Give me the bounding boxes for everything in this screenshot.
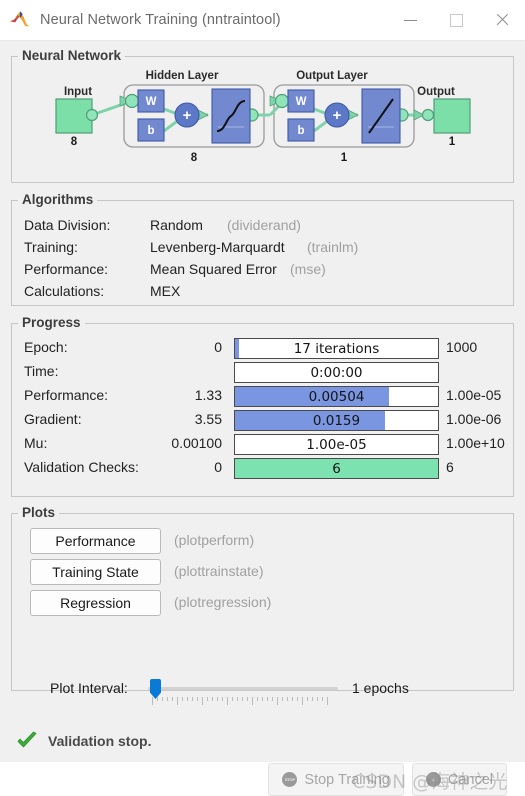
cancel-label: Cancel	[447, 771, 493, 788]
plot-interval-value: 1 epochs	[352, 680, 409, 696]
window-title: Neural Network Training (nntraintool)	[40, 12, 281, 28]
svg-text:8: 8	[71, 136, 78, 148]
validation-checks-progress-bar: 6	[234, 458, 439, 479]
mu-progress-bar: 1.00e-05	[234, 434, 439, 455]
plots-legend: Plots	[18, 505, 60, 520]
time-progress-text: 0:00:00	[310, 364, 363, 381]
gradient-progress-text: 0.0159	[312, 412, 361, 429]
status-message: Validation stop.	[48, 733, 152, 749]
time-label: Time:	[24, 363, 59, 379]
svg-text:8: 8	[191, 152, 198, 164]
plot-interval-slider-thumb[interactable]	[150, 679, 161, 699]
perf-max: 1.00e-05	[446, 387, 502, 403]
plots-group: Plots Performance (plotperform) Training…	[11, 505, 514, 691]
window-controls	[387, 0, 525, 40]
regression-plot-button[interactable]: Regression	[30, 590, 161, 616]
epoch-current: 0	[214, 339, 222, 355]
plot-interval-tick-marks	[152, 697, 328, 705]
training-state-plot-function: (plottrainstate)	[174, 563, 264, 579]
plot-row-training-state: Training State (plottrainstate)	[12, 559, 513, 585]
calculations-value: MEX	[150, 283, 181, 299]
validation-checks-progress-text: 6	[332, 460, 341, 477]
algorithms-legend: Algorithms	[18, 192, 98, 207]
neural-network-group: Neural Network Hidden Layer Output Layer…	[11, 48, 514, 183]
close-icon	[495, 13, 509, 27]
matlab-logo-icon	[9, 9, 31, 31]
mu-current: 0.00100	[171, 435, 222, 451]
svg-text:+: +	[183, 107, 192, 124]
minimize-icon	[403, 19, 417, 21]
plot-interval-slider[interactable]	[148, 678, 338, 708]
plot-interval-slider-track[interactable]	[148, 687, 338, 690]
progress-row-gradient: Gradient: 3.55 0.0159 1.00e-06	[12, 410, 513, 432]
data-division-label: Data Division:	[24, 217, 111, 233]
svg-text:b: b	[147, 125, 154, 137]
svg-text:Input: Input	[64, 86, 92, 98]
time-progress-bar: 0:00:00	[234, 362, 439, 383]
mu-max: 1.00e+10	[446, 435, 505, 451]
performance-label: Performance:	[24, 261, 109, 277]
svg-text:Output: Output	[417, 86, 455, 98]
maximize-icon	[449, 13, 463, 27]
perf-progress-text: 0.00504	[308, 388, 365, 405]
epoch-max: 1000	[446, 339, 478, 355]
performance-function: (mse)	[290, 261, 326, 277]
cancel-button[interactable]: X Cancel	[411, 763, 507, 796]
progress-row-time: Time: 0:00:00	[12, 362, 513, 384]
stop-sign-icon: STOP	[282, 772, 298, 787]
svg-text:b: b	[297, 125, 304, 137]
plot-interval-label: Plot Interval:	[50, 680, 128, 696]
svg-text:Output Layer: Output Layer	[296, 70, 368, 82]
gradient-progress-bar: 0.0159	[234, 410, 439, 431]
svg-text:W: W	[296, 96, 307, 108]
svg-text:Hidden Layer: Hidden Layer	[146, 70, 219, 82]
data-division-function: (dividerand)	[227, 217, 301, 233]
network-diagram: Hidden Layer Output Layer Input Output 8…	[55, 70, 471, 164]
action-button-bar: STOP Stop Training X Cancel	[0, 763, 525, 796]
training-state-plot-button[interactable]: Training State	[30, 559, 161, 585]
validation-checks-current: 0	[214, 459, 222, 475]
gradient-current: 3.55	[194, 411, 222, 427]
stop-training-button[interactable]: STOP Stop Training	[268, 763, 404, 796]
close-button[interactable]	[479, 0, 525, 40]
training-value: Levenberg-Marquardt	[150, 239, 285, 255]
gradient-max: 1.00e-06	[446, 411, 502, 427]
svg-text:1: 1	[341, 152, 348, 164]
calculations-label: Calculations:	[24, 283, 105, 299]
performance-plot-button[interactable]: Performance	[30, 528, 161, 554]
svg-text:W: W	[146, 96, 157, 108]
stop-training-label: Stop Training	[304, 771, 390, 788]
progress-row-epoch: Epoch: 0 17 iterations 1000	[12, 338, 513, 360]
maximize-button[interactable]	[433, 0, 479, 40]
training-function: (trainlm)	[307, 239, 359, 255]
validation-checks-max: 6	[446, 459, 454, 475]
perf-progress-bar: 0.00504	[234, 386, 439, 407]
progress-row-performance: Performance: 1.33 0.00504 1.00e-05	[12, 386, 513, 408]
training-label: Training:	[24, 239, 78, 255]
epoch-progress-bar: 17 iterations	[234, 338, 439, 359]
progress-row-validation-checks: Validation Checks: 0 6 6	[12, 458, 513, 480]
status-row: Validation stop.	[16, 731, 151, 751]
minimize-button[interactable]	[387, 0, 433, 40]
epoch-progress-text: 17 iterations	[293, 340, 380, 357]
svg-text:1: 1	[449, 136, 456, 148]
window-titlebar: Neural Network Training (nntraintool)	[0, 0, 525, 41]
plot-row-regression: Regression (plotregression)	[12, 590, 513, 616]
main-panel: Neural Network Hidden Layer Output Layer…	[0, 41, 525, 796]
data-division-value: Random	[150, 217, 203, 233]
green-check-icon	[17, 731, 37, 748]
performance-plot-function: (plotperform)	[174, 532, 255, 548]
progress-row-mu: Mu: 0.00100 1.00e-05 1.00e+10	[12, 434, 513, 456]
mu-progress-text: 1.00e-05	[306, 436, 367, 453]
performance-value: Mean Squared Error	[150, 261, 277, 277]
regression-plot-function: (plotregression)	[174, 594, 272, 610]
cancel-icon: X	[425, 772, 441, 787]
progress-group: Progress Epoch: 0 17 iterations 1000 Tim…	[11, 315, 514, 497]
svg-text:+: +	[333, 107, 342, 124]
algorithms-group: Algorithms Data Division: Random (divide…	[11, 192, 514, 306]
perf-current: 1.33	[194, 387, 222, 403]
progress-legend: Progress	[18, 315, 85, 330]
plot-row-performance: Performance (plotperform)	[12, 528, 513, 554]
